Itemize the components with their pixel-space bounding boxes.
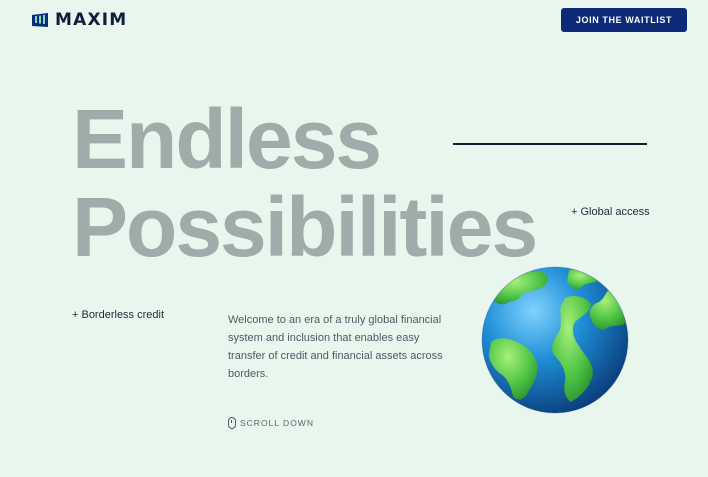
hero-title: Endless Possibilities <box>72 92 538 274</box>
landing-page: MAXIM JOIN THE WAITLIST Endless Possibil… <box>0 0 708 477</box>
hero-title-line-2: Possibilities <box>72 180 538 274</box>
scroll-down-link[interactable]: SCROLL DOWN <box>228 417 314 429</box>
feature-global-access: + Global access <box>571 206 650 218</box>
hero-title-line-1: Endless <box>72 92 382 186</box>
feature-borderless-credit: + Borderless credit <box>72 309 165 321</box>
mouse-icon <box>228 417 236 429</box>
maxim-logo-icon <box>32 13 48 27</box>
decorative-rule <box>453 143 647 145</box>
brand-logo[interactable]: MAXIM <box>31 10 127 30</box>
intro-paragraph: Welcome to an era of a truly global fina… <box>228 314 443 380</box>
scroll-down-label: SCROLL DOWN <box>240 418 314 428</box>
brand-name: MAXIM <box>55 10 128 30</box>
join-waitlist-button[interactable]: JOIN THE WAITLIST <box>561 8 687 32</box>
globe-illustration <box>481 266 629 414</box>
